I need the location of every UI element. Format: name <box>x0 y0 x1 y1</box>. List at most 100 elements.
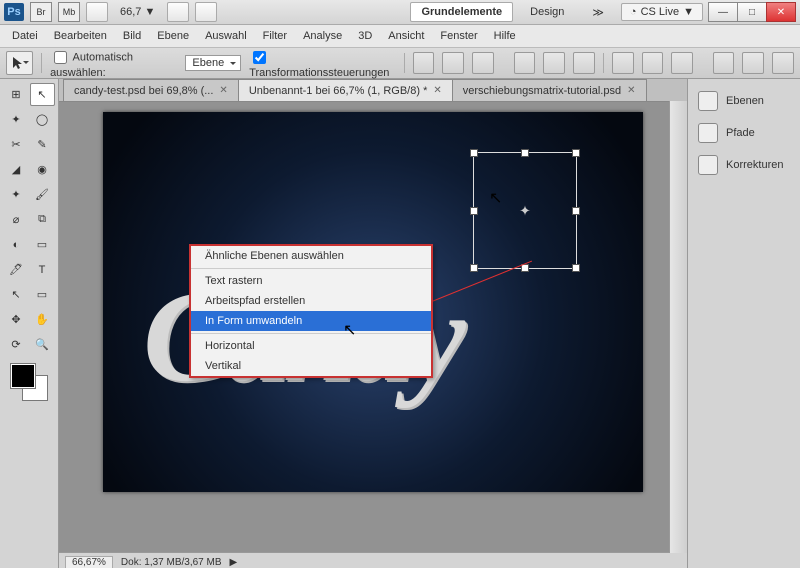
distribute-4-button[interactable] <box>713 52 735 74</box>
menu-auswahl[interactable]: Auswahl <box>197 25 255 47</box>
menubar: DateiBearbeitenBildEbeneAuswahlFilterAna… <box>0 25 800 48</box>
handle-icon[interactable] <box>470 207 478 215</box>
handle-icon[interactable] <box>470 264 478 272</box>
menu-datei[interactable]: Datei <box>4 25 46 47</box>
status-arrow-icon[interactable]: ▶ <box>230 557 238 568</box>
tool-button[interactable]: 🖊 <box>4 258 29 281</box>
screen-mode-button[interactable] <box>195 2 217 22</box>
document-tabstrip: candy-test.psd bei 69,8% (...✕Unbenannt-… <box>59 79 687 102</box>
tool-button[interactable]: ◉ <box>30 158 55 181</box>
chevron-down-icon: ▼ <box>144 6 155 18</box>
vertical-scrollbar[interactable] <box>669 101 687 553</box>
tab-label: verschiebungsmatrix-tutorial.psd <box>463 85 621 97</box>
workspace-grundelemente[interactable]: Grundelemente <box>410 2 513 22</box>
menu-3d[interactable]: 3D <box>350 25 380 47</box>
distribute-2-button[interactable] <box>642 52 664 74</box>
tool-button[interactable]: ⌀ <box>4 208 29 231</box>
close-icon[interactable]: ✕ <box>433 85 441 96</box>
tool-button[interactable]: 🔍 <box>30 333 55 356</box>
tool-button[interactable]: ✥ <box>4 308 29 331</box>
align-right-button[interactable] <box>573 52 595 74</box>
context-menu-item[interactable]: Text rastern <box>191 271 431 291</box>
align-left-button[interactable] <box>514 52 536 74</box>
panel-pfade[interactable]: Pfade <box>688 117 800 149</box>
tool-button[interactable]: ↖ <box>4 283 29 306</box>
distribute-5-button[interactable] <box>742 52 764 74</box>
tool-button[interactable]: ✦ <box>4 183 29 206</box>
panel-ebenen[interactable]: Ebenen <box>688 85 800 117</box>
status-zoom[interactable]: 66,67% <box>65 556 113 568</box>
tool-button[interactable]: ↖ <box>30 83 55 106</box>
canvas-wrapper[interactable]: Candy ✦ Ähnliche Ebenen auswählenText r <box>59 102 687 552</box>
cursor-icon: ↖ <box>343 320 356 340</box>
zoom-value: 66,7 <box>120 6 141 18</box>
handle-icon[interactable] <box>572 264 580 272</box>
tool-button[interactable]: ⟳ <box>4 333 29 356</box>
distribute-6-button[interactable] <box>772 52 794 74</box>
align-hcenter-button[interactable] <box>543 52 565 74</box>
transform-bounding-box[interactable]: ✦ <box>473 152 577 269</box>
context-menu-item[interactable]: Arbeitspfad erstellen <box>191 291 431 311</box>
panel-icon <box>698 91 718 111</box>
auto-select-dropdown[interactable]: Ebene <box>185 55 241 71</box>
workspace-design[interactable]: Design <box>519 2 575 22</box>
menu-bearbeiten[interactable]: Bearbeiten <box>46 25 115 47</box>
distribute-1-button[interactable] <box>612 52 634 74</box>
menu-analyse[interactable]: Analyse <box>295 25 350 47</box>
tool-button[interactable]: ✎ <box>30 133 55 156</box>
close-icon[interactable]: ✕ <box>627 85 635 96</box>
tool-button[interactable]: ◢ <box>4 158 29 181</box>
workspace-more-button[interactable]: ≫ <box>581 2 615 23</box>
menu-ansicht[interactable]: Ansicht <box>380 25 432 47</box>
zoom-level[interactable]: 66,7 ▼ <box>114 6 161 18</box>
view-extras-button[interactable] <box>86 2 108 22</box>
tool-button[interactable]: ⧉ <box>30 208 55 231</box>
handle-icon[interactable] <box>572 207 580 215</box>
menu-fenster[interactable]: Fenster <box>432 25 485 47</box>
anchor-icon: ✦ <box>519 202 531 219</box>
tool-button[interactable]: ✂ <box>4 133 29 156</box>
bridge-button[interactable]: Br <box>30 2 52 22</box>
align-vcenter-button[interactable] <box>442 52 464 74</box>
close-button[interactable]: ✕ <box>766 2 796 22</box>
minimize-button[interactable]: — <box>708 2 738 22</box>
tool-button[interactable]: 🖌 <box>30 183 55 206</box>
color-swatches[interactable] <box>11 364 47 400</box>
transform-controls-checkbox[interactable]: Transformationssteuerungen <box>249 48 396 79</box>
context-menu-item[interactable]: In Form umwandeln <box>191 311 431 331</box>
handle-icon[interactable] <box>470 149 478 157</box>
tool-button[interactable]: ⊞ <box>4 83 29 106</box>
tool-button[interactable]: ✦ <box>4 108 29 131</box>
maximize-button[interactable]: □ <box>737 2 767 22</box>
arrange-button[interactable] <box>167 2 189 22</box>
context-menu-item[interactable]: Vertikal <box>191 356 431 376</box>
context-menu-item[interactable]: Ähnliche Ebenen auswählen <box>191 246 431 266</box>
tool-button[interactable]: ✋ <box>30 308 55 331</box>
menu-filter[interactable]: Filter <box>255 25 295 47</box>
document-tab[interactable]: candy-test.psd bei 69,8% (...✕ <box>63 79 239 101</box>
tool-button[interactable]: ◐ <box>4 233 29 256</box>
close-icon[interactable]: ✕ <box>219 85 227 96</box>
menu-ebene[interactable]: Ebene <box>149 25 197 47</box>
tool-button[interactable]: ▭ <box>30 283 55 306</box>
tool-preset-button[interactable] <box>6 51 33 75</box>
tool-button[interactable]: ◯ <box>30 108 55 131</box>
tool-button[interactable]: T <box>30 258 55 281</box>
document-tab[interactable]: verschiebungsmatrix-tutorial.psd ✕ <box>452 79 647 101</box>
fg-swatch[interactable] <box>11 364 35 388</box>
panel-korrekturen[interactable]: Korrekturen <box>688 149 800 181</box>
auto-select-checkbox[interactable]: Automatisch auswählen: <box>50 48 177 79</box>
handle-icon[interactable] <box>572 149 580 157</box>
handle-icon[interactable] <box>521 149 529 157</box>
menu-hilfe[interactable]: Hilfe <box>486 25 524 47</box>
context-menu-item[interactable]: Horizontal <box>191 336 431 356</box>
tool-button[interactable]: ▭ <box>30 233 55 256</box>
cs-live-button[interactable]: ◔CS Live▼ <box>621 3 703 21</box>
minibridge-button[interactable]: Mb <box>58 2 80 22</box>
distribute-3-button[interactable] <box>671 52 693 74</box>
align-bottom-button[interactable] <box>472 52 494 74</box>
align-top-button[interactable] <box>413 52 435 74</box>
window-controls: — □ ✕ <box>709 2 796 22</box>
document-tab[interactable]: Unbenannt-1 bei 66,7% (1, RGB/8) *✕ <box>238 79 453 101</box>
menu-bild[interactable]: Bild <box>115 25 149 47</box>
